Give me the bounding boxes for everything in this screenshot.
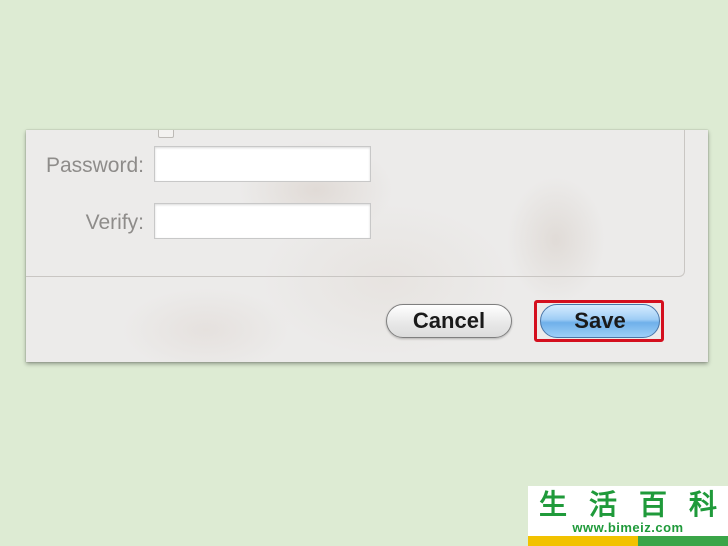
watermark-char: 生 bbox=[538, 488, 567, 521]
watermark-title: 生活百科 bbox=[528, 486, 728, 521]
checkbox[interactable] bbox=[158, 130, 174, 138]
password-dialog: Password: Verify: Cancel Save bbox=[26, 130, 708, 362]
save-button-highlight bbox=[534, 300, 664, 342]
watermark-url: www.bimeiz.com bbox=[572, 520, 684, 535]
password-label: Password: bbox=[45, 154, 144, 177]
form-panel: Password: Verify: bbox=[26, 130, 685, 277]
verify-label: Verify: bbox=[85, 211, 144, 234]
watermark-logo: 生活百科 www.bimeiz.com bbox=[528, 486, 728, 546]
watermark-char: 百 bbox=[638, 488, 667, 521]
watermark-char: 活 bbox=[588, 488, 617, 521]
watermark-stripe bbox=[528, 536, 728, 546]
cancel-button-label: Cancel bbox=[412, 308, 486, 333]
password-field[interactable] bbox=[154, 146, 371, 182]
watermark-char: 科 bbox=[688, 488, 717, 521]
verify-field[interactable] bbox=[154, 203, 371, 239]
cancel-button[interactable]: Cancel bbox=[386, 304, 512, 338]
